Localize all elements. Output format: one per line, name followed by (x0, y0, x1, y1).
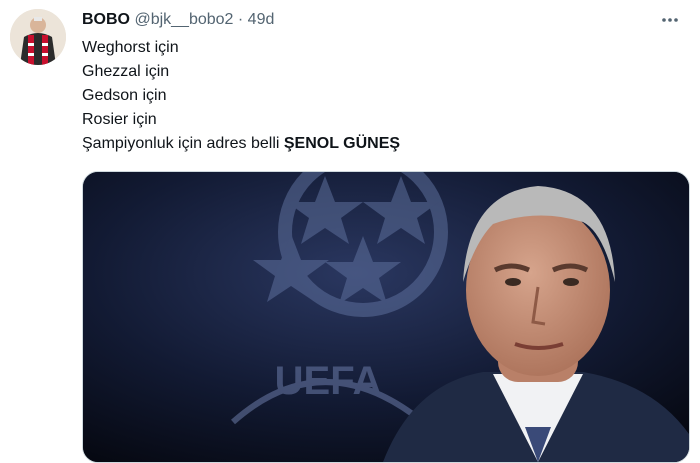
tweet-timestamp[interactable]: 49d (248, 11, 275, 28)
tweet-line: Rosier için (82, 111, 157, 128)
avatar[interactable] (10, 9, 66, 65)
uefa-logo-text: UEFA (275, 359, 382, 403)
tweet-line-final: Şampiyonluk için adres belli ŞENOL GÜNEŞ (82, 132, 400, 156)
tweet-media-image[interactable]: UEFA (82, 171, 690, 463)
tweet-line: Gedson için (82, 87, 167, 104)
avatar-image (10, 9, 66, 65)
tweet-line-prefix: Şampiyonluk için adres belli (82, 135, 284, 152)
more-options-button[interactable] (658, 8, 682, 32)
tweet-line: Ghezzal için (82, 63, 170, 80)
media-photo: UEFA (83, 172, 689, 462)
tweet-text: Weghorst için Ghezzal için Gedson için R… (82, 36, 400, 156)
tweet-line-bold: ŞENOL GÜNEŞ (283, 135, 401, 152)
author-name[interactable]: BOBO (82, 11, 130, 28)
separator-dot: · (237, 11, 244, 28)
more-horizontal-icon (662, 18, 678, 22)
author-handle[interactable]: @bjk__bobo2 (134, 11, 233, 28)
tweet-line: Weghorst için (82, 39, 179, 56)
tweet-header: BOBO @bjk__bobo2 · 49d (82, 10, 274, 30)
